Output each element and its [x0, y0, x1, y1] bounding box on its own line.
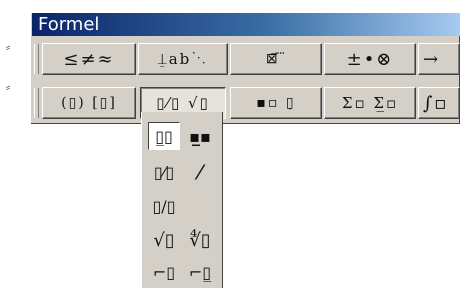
full-fraction-icon: ▯̲▯: [155, 126, 173, 146]
subscript-superscript-templates-button[interactable]: ▪▫ ▯̣: [230, 87, 322, 119]
small-slash-fraction-template[interactable]: ⁄: [184, 158, 216, 186]
arrow-symbols-icon: →: [423, 48, 441, 70]
fraction-radical-dropdown: ▯̲▯ ▪̲▪ ▯⁄▯ ⁄ ▯/▯ √▯ ∜▯ ⌐▯ ⌐▯̲: [141, 112, 223, 288]
nth-root-icon: ∜▯: [189, 229, 211, 251]
long-division-quotient-icon: ⌐▯̲: [188, 262, 212, 282]
summation-templates-button[interactable]: Σ▫ Σ̲▫: [324, 87, 416, 119]
toolbar-grip[interactable]: [34, 88, 39, 118]
relational-symbols-button[interactable]: ≤≠≈: [42, 43, 136, 75]
linear-fraction-template[interactable]: ▯/▯: [148, 192, 180, 220]
slash-fraction-icon: ▯⁄▯: [153, 162, 175, 182]
template-palette-row: (▯) [▯] ▯⁄▯ √▯ ▪▫ ▯̣ Σ▫ Σ̲▫ ∫▫: [32, 84, 460, 122]
long-division-quotient-template[interactable]: ⌐▯̲: [184, 258, 216, 286]
fence-templates-button[interactable]: (▯) [▯]: [42, 87, 136, 119]
embellishments-button[interactable]: ⊠⃗ ⃛: [230, 43, 322, 75]
equation-toolbar-window: Formel ≤≠≈ ⍊ab⋱ ⊠⃗ ⃛ ±•⊗ → (▯) [▯] ▯⁄▯ √…: [30, 12, 460, 124]
toolbar-grip[interactable]: [34, 44, 39, 74]
relational-symbols-icon: ≤≠≈: [63, 48, 115, 70]
embellishments-icon: ⊠⃗ ⃛: [265, 51, 287, 67]
long-division-template[interactable]: ⌐▯: [148, 258, 180, 286]
summation-icon: Σ▫ Σ̲▫: [341, 94, 399, 112]
operator-symbols-button[interactable]: ±•⊗: [324, 43, 416, 75]
window-title[interactable]: Formel: [32, 13, 460, 36]
small-slash-fraction-icon: ⁄: [198, 160, 202, 184]
slash-fraction-template[interactable]: ▯⁄▯: [148, 158, 180, 186]
background-mark: ⸗: [6, 80, 10, 94]
linear-fraction-icon: ▯/▯: [152, 196, 176, 216]
symbol-palette-row: ≤≠≈ ⍊ab⋱ ⊠⃗ ⃛ ±•⊗ →: [32, 40, 460, 78]
operator-symbols-icon: ±•⊗: [346, 48, 394, 70]
subscript-superscript-icon: ▪▫ ▯̣: [256, 95, 296, 111]
background-mark: ⸗: [6, 40, 10, 54]
fence-templates-icon: (▯) [▯]: [61, 95, 117, 111]
square-root-icon: √▯: [153, 229, 175, 251]
fraction-radical-icon: ▯⁄▯ √▯: [156, 94, 210, 112]
full-fraction-template[interactable]: ▯̲▯: [148, 122, 180, 150]
integral-templates-button[interactable]: ∫▫: [418, 87, 460, 119]
integral-icon: ∫▫: [423, 92, 449, 114]
long-division-icon: ⌐▯: [152, 262, 176, 282]
spaces-ellipses-icon: ⍊ab⋱: [157, 50, 209, 68]
spaces-ellipses-button[interactable]: ⍊ab⋱: [138, 43, 228, 75]
arrow-symbols-button[interactable]: →: [418, 43, 460, 75]
small-fraction-icon: ▪̲▪: [189, 126, 211, 146]
small-fraction-template[interactable]: ▪̲▪: [184, 122, 216, 150]
nth-root-template[interactable]: ∜▯: [184, 226, 216, 254]
square-root-template[interactable]: √▯: [148, 226, 180, 254]
